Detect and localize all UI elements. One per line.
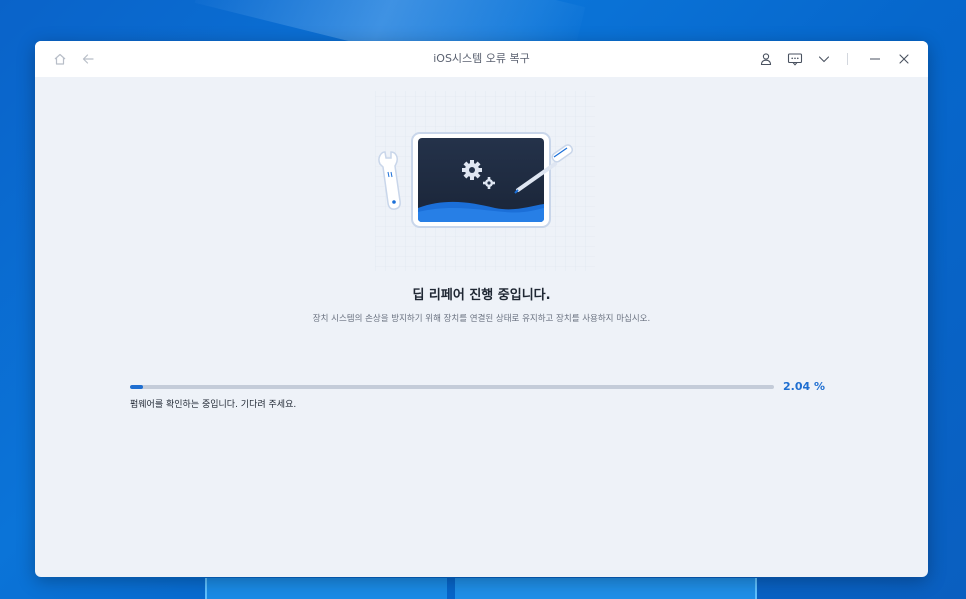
page-title: 딥 리페어 진행 중입니다. [412,288,551,303]
back-arrow-icon[interactable] [80,51,96,67]
chat-icon[interactable] [787,51,803,67]
progress-status-text: 펌웨어를 확인하는 중입니다. 기다려 주세요. [130,400,297,410]
app-window: iOS시스템 오류 복구 딥 리페어 진행 중입니다. 장치 시스템의 손상을 … [35,41,928,577]
home-icon[interactable] [52,51,68,67]
progress-percent: 2.04 % [783,380,825,393]
progress-bar [130,385,774,389]
minimize-icon[interactable] [867,51,883,67]
wallpaper-pane-left [205,578,447,599]
repair-illustration [355,86,615,276]
chevron-down-icon[interactable] [816,51,832,67]
close-icon[interactable] [896,51,912,67]
titlebar-divider [847,53,848,65]
instruction-text: 장치 시스템의 손상을 방지하기 위해 장치를 연결된 상태로 유지하고 장치를… [312,314,651,324]
title-bar: iOS시스템 오류 복구 [35,41,928,77]
user-icon[interactable] [758,51,774,67]
progress-bar-fill [130,385,144,389]
wallpaper-pane-right [455,578,757,599]
